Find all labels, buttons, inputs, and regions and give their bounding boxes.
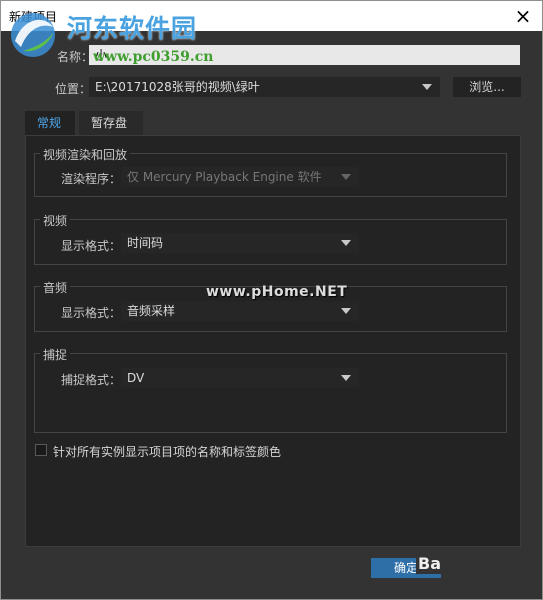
audio-group-title: 音频 [40, 279, 71, 296]
audio-format-select[interactable]: 音频采样 [121, 301, 359, 321]
watermark-phome: www.pHome.NET [206, 284, 348, 300]
ok-button-label: 确定 [393, 561, 418, 575]
capture-group [34, 353, 507, 433]
chevron-down-icon [341, 240, 351, 246]
ok-button[interactable]: 确定 Ba [371, 554, 443, 578]
watermark-partial: Ba [416, 554, 443, 574]
location-select[interactable]: E:\20171028张哥的视频\绿叶 [89, 77, 440, 97]
video-group-title: 视频 [40, 212, 71, 229]
renderer-select: 仅 Mercury Playback Engine 软件 [121, 167, 359, 187]
chevron-down-icon [341, 375, 351, 381]
tab-general[interactable]: 常规 [25, 111, 75, 135]
audio-format-value: 音频采样 [127, 304, 176, 318]
renderer-value: 仅 Mercury Playback Engine 软件 [127, 170, 322, 184]
show-label-colors-checkbox[interactable] [35, 444, 47, 456]
chevron-down-icon [422, 84, 432, 90]
browse-button[interactable]: 浏览... [453, 77, 521, 97]
tab-scratch-disks[interactable]: 暂存盘 [79, 111, 143, 135]
capture-format-label: 捕捉格式： [61, 373, 122, 387]
video-render-group-title: 视频渲染和回放 [40, 146, 131, 163]
close-button[interactable]: × [510, 3, 536, 29]
video-format-value: 时间码 [127, 236, 164, 250]
audio-format-label: 显示格式： [61, 306, 122, 320]
new-project-dialog: 新建项目 × 河东软件园 名称： 小 www.pc0359.cn 位置： E:\… [0, 0, 543, 600]
watermark-site-name: 河东软件园 [67, 14, 198, 43]
location-value: E:\20171028张哥的视频\绿叶 [95, 80, 260, 94]
capture-group-title: 捕捉 [40, 346, 71, 363]
video-format-select[interactable]: 时间码 [121, 233, 359, 253]
capture-format-select[interactable]: DV [121, 368, 359, 388]
watermark-url: www.pc0359.cn [93, 49, 214, 65]
renderer-label: 渲染程序： [61, 172, 122, 186]
chevron-down-icon [341, 174, 351, 180]
show-label-colors-label: 针对所有实例显示项目项的名称和标签颜色 [53, 445, 282, 459]
capture-format-value: DV [127, 371, 145, 385]
video-format-label: 显示格式： [61, 239, 122, 253]
watermark-logo-icon [11, 13, 55, 57]
chevron-down-icon [341, 308, 351, 314]
name-label: 名称： [57, 50, 94, 64]
location-label: 位置： [55, 82, 92, 96]
